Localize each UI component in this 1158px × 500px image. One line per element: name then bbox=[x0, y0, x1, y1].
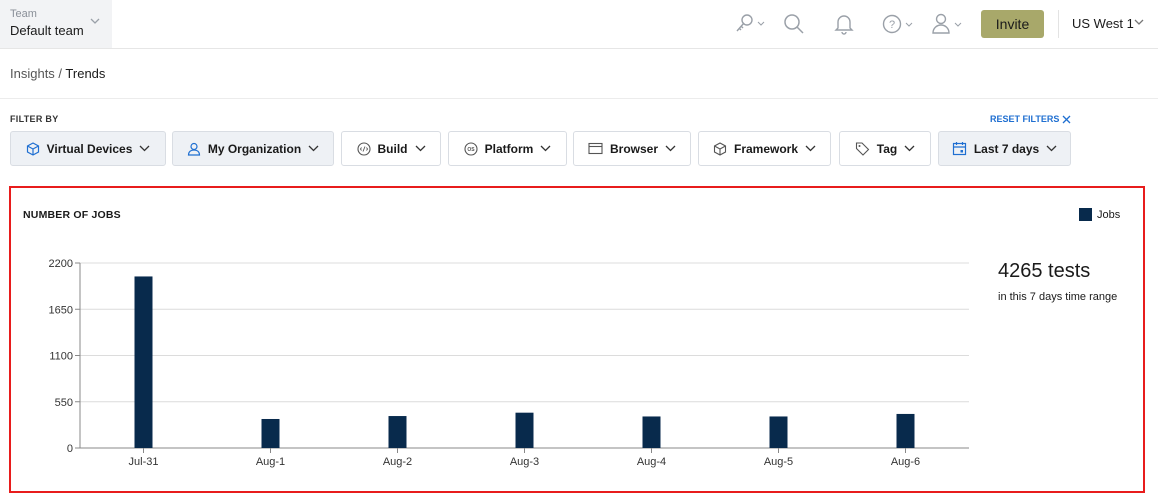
svg-text:?: ? bbox=[889, 19, 895, 31]
divider bbox=[0, 98, 1158, 99]
chart-bar[interactable] bbox=[388, 416, 407, 448]
team-value: Default team bbox=[10, 23, 84, 38]
y-tick-label: 550 bbox=[55, 397, 73, 409]
chart-bar[interactable] bbox=[769, 416, 788, 448]
team-selector[interactable]: Team Default team bbox=[0, 0, 112, 48]
chart-bar[interactable] bbox=[261, 418, 280, 448]
x-tick-label: Aug-5 bbox=[764, 456, 793, 468]
cube-icon bbox=[26, 141, 39, 156]
chevron-down-icon bbox=[665, 145, 676, 152]
user-icon[interactable] bbox=[930, 12, 964, 36]
user-icon bbox=[187, 142, 200, 156]
chevron-down-icon bbox=[415, 145, 425, 152]
filter-my-organization[interactable]: My Organization bbox=[172, 131, 334, 166]
filter-virtual-devices[interactable]: Virtual Devices bbox=[10, 131, 166, 166]
tag-icon bbox=[855, 142, 870, 156]
help-icon[interactable]: ? bbox=[882, 12, 914, 36]
search-icon[interactable] bbox=[783, 12, 805, 36]
total-tests: 4265 tests bbox=[998, 260, 1091, 282]
chart-bar[interactable] bbox=[642, 416, 661, 448]
invite-button[interactable]: Invite bbox=[981, 10, 1044, 38]
breadcrumb-current: Trends bbox=[65, 66, 106, 81]
chevron-down-icon bbox=[308, 145, 319, 152]
y-tick-label: 2200 bbox=[49, 258, 73, 270]
breadcrumb-parent-link[interactable]: Insights bbox=[10, 66, 55, 81]
browser-icon bbox=[588, 142, 603, 155]
jobs-bar-chart: 0 550 1100 1650 2200 Jul-31 Aug-1 Aug-2 Aug-3 Aug… bbox=[49, 258, 969, 468]
team-label: Team bbox=[10, 8, 37, 20]
svg-text:OS: OS bbox=[467, 147, 475, 153]
filter-date-range[interactable]: Last 7 days bbox=[938, 131, 1071, 166]
legend-label: Jobs bbox=[1097, 208, 1121, 221]
x-tick-label: Aug-6 bbox=[891, 456, 920, 468]
region-selector[interactable]: US West 1 bbox=[1072, 16, 1134, 31]
chevron-down-icon[interactable] bbox=[1134, 19, 1144, 25]
y-tick-label: 0 bbox=[67, 443, 73, 455]
filter-tag[interactable]: Tag bbox=[839, 131, 931, 166]
filter-label: Framework bbox=[733, 141, 799, 156]
chevron-down-icon bbox=[540, 145, 551, 152]
filter-browser[interactable]: Browser bbox=[573, 131, 691, 166]
filter-label: Browser bbox=[609, 141, 659, 156]
chart-title: NUMBER OF JOBS bbox=[23, 209, 121, 221]
breadcrumb: Insights / Trends bbox=[10, 66, 105, 81]
chevron-down-icon bbox=[139, 145, 150, 152]
reset-filters-button[interactable]: RESET FILTERS bbox=[990, 114, 1071, 124]
filter-label: Build bbox=[377, 141, 408, 156]
total-tests-caption: in this 7 days time range bbox=[998, 291, 1118, 303]
filter-label: Last 7 days bbox=[973, 141, 1040, 156]
key-icon[interactable] bbox=[733, 12, 765, 36]
x-tick-label: Jul-31 bbox=[129, 456, 159, 468]
reset-filters-label: RESET FILTERS bbox=[990, 114, 1060, 124]
filter-framework[interactable]: Framework bbox=[698, 131, 831, 166]
filter-label: Tag bbox=[876, 141, 898, 156]
close-icon bbox=[1062, 115, 1071, 123]
filter-label: Platform bbox=[484, 141, 534, 156]
divider bbox=[1058, 10, 1059, 38]
calendar-icon bbox=[952, 142, 966, 156]
bell-icon[interactable] bbox=[834, 12, 854, 36]
chevron-down-icon bbox=[805, 145, 816, 152]
filter-label: My Organization bbox=[207, 141, 302, 156]
x-tick-label: Aug-4 bbox=[637, 456, 666, 468]
chevron-down-icon bbox=[90, 18, 100, 24]
filter-platform[interactable]: OS Platform bbox=[448, 131, 567, 166]
chart-legend[interactable]: Jobs bbox=[1079, 208, 1120, 221]
chart-bar[interactable] bbox=[134, 276, 153, 448]
y-tick-label: 1650 bbox=[49, 304, 73, 316]
chart-bar[interactable] bbox=[515, 412, 534, 448]
os-icon: OS bbox=[464, 141, 478, 156]
chevron-down-icon bbox=[1046, 145, 1057, 152]
framework-icon bbox=[713, 141, 727, 156]
filter-build[interactable]: Build bbox=[341, 131, 441, 166]
filter-by-label: FILTER BY bbox=[10, 114, 59, 124]
filter-label: Virtual Devices bbox=[46, 141, 133, 156]
x-tick-label: Aug-2 bbox=[383, 456, 412, 468]
x-tick-label: Aug-3 bbox=[510, 456, 539, 468]
legend-swatch bbox=[1079, 208, 1092, 221]
chart-bar[interactable] bbox=[896, 413, 915, 448]
top-bar: Team Default team ? Invite US West 1 bbox=[0, 0, 1158, 49]
chevron-down-icon bbox=[904, 145, 915, 152]
x-tick-label: Aug-1 bbox=[256, 456, 285, 468]
build-icon bbox=[356, 141, 371, 156]
breadcrumb-separator: / bbox=[54, 66, 66, 81]
y-tick-label: 1100 bbox=[49, 351, 73, 363]
